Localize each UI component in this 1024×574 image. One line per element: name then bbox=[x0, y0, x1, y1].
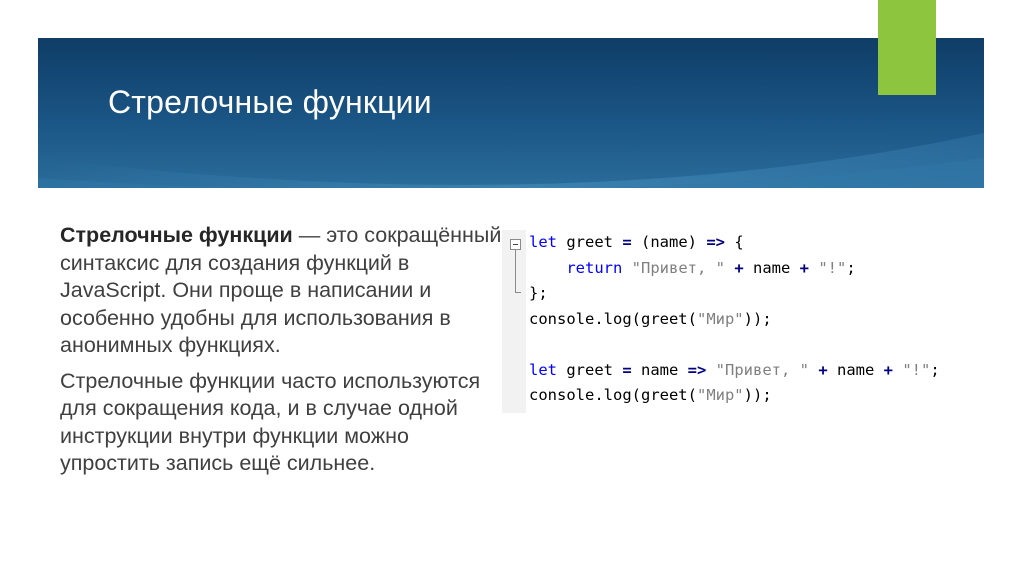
term-bold: Стрелочные функции bbox=[60, 223, 293, 247]
code-screenshot: let greet = (name) => { return "Привет, … bbox=[502, 230, 1014, 413]
paragraph-1: Стрелочные функции — это сокращённый син… bbox=[60, 222, 510, 360]
code-gutter bbox=[502, 230, 526, 413]
code-line-2: return "Привет, " + name + "!"; bbox=[566, 258, 856, 277]
code-line-1: let greet = (name) => { bbox=[529, 233, 744, 251]
code-line-7: console.log(greet("Мир")); bbox=[529, 386, 772, 404]
code-line-3: }; bbox=[529, 284, 548, 302]
accent-block bbox=[878, 0, 936, 95]
fold-collapse-icon bbox=[510, 239, 521, 250]
code-line-6: let greet = name => "Привет, " + name + … bbox=[529, 360, 940, 379]
paragraph-2: Стрелочные функции часто используются дл… bbox=[60, 368, 481, 476]
code-line-4: console.log(greet("Мир")); bbox=[529, 309, 772, 328]
code-block: let greet = (name) => { return "Привет, … bbox=[529, 230, 940, 409]
slide-title: Стрелочные функции bbox=[108, 84, 432, 120]
body-text: Стрелочные функции — это сокращённый син… bbox=[60, 222, 510, 478]
fold-line-end bbox=[515, 292, 521, 293]
fold-line bbox=[515, 250, 516, 292]
